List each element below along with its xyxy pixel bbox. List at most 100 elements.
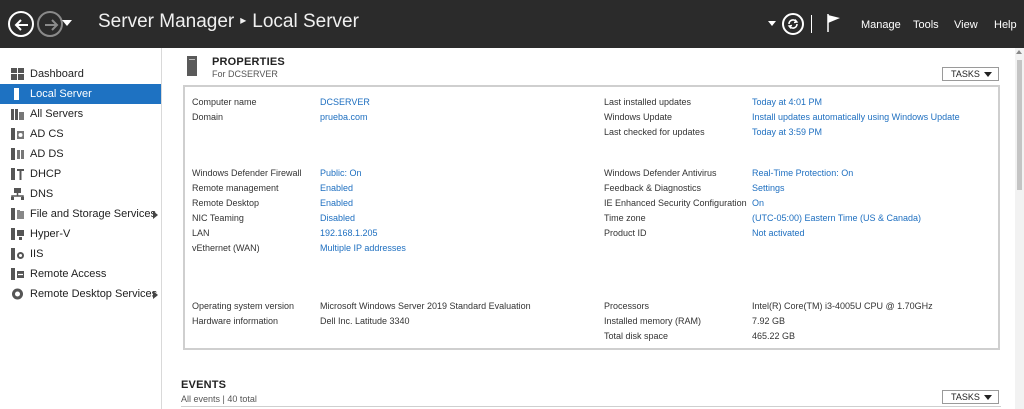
menu-manage[interactable]: Manage	[861, 19, 901, 31]
sidebar-item-label: Local Server	[30, 88, 92, 100]
forward-button[interactable]	[37, 11, 63, 37]
remote-access-icon	[11, 268, 24, 280]
prop-value-lan[interactable]: 192.168.1.205	[320, 228, 378, 238]
sidebar-item-file-storage[interactable]: File and Storage Services	[0, 204, 161, 224]
properties-title: PROPERTIES	[212, 56, 285, 68]
prop-value-antivirus[interactable]: Real-Time Protection: On	[752, 168, 853, 178]
menu-help[interactable]: Help	[994, 19, 1017, 31]
sidebar-item-label: Hyper-V	[30, 228, 71, 240]
ad-cs-icon	[11, 128, 24, 140]
prop-value-processors: Intel(R) Core(TM) i3-4005U CPU @ 1.70GHz	[752, 301, 933, 311]
dns-icon	[11, 188, 24, 200]
history-dropdown[interactable]	[62, 20, 72, 26]
sidebar-item-all-servers[interactable]: All Servers	[0, 104, 161, 124]
events-tasks-button[interactable]: TASKS	[942, 390, 999, 404]
refresh-icon	[787, 19, 799, 29]
prop-label: LAN	[192, 228, 210, 238]
notifications-flag-icon[interactable]	[826, 13, 842, 33]
sidebar-item-local-server[interactable]: Local Server	[0, 84, 161, 104]
prop-label: Hardware information	[192, 316, 279, 326]
prop-value-remote-desktop[interactable]: Enabled	[320, 198, 353, 208]
prop-label: Product ID	[604, 228, 647, 238]
expand-arrow-icon[interactable]	[153, 211, 158, 219]
sidebar-item-dashboard[interactable]: Dashboard	[0, 64, 161, 84]
app-title: Server Manager	[98, 11, 235, 32]
prop-value-feedback[interactable]: Settings	[752, 183, 785, 193]
sidebar-item-label: Remote Access	[30, 268, 107, 280]
events-divider	[181, 406, 1001, 407]
prop-value-vethernet[interactable]: Multiple IP addresses	[320, 243, 406, 253]
prop-value-nic-teaming[interactable]: Disabled	[320, 213, 355, 223]
events-title: EVENTS	[181, 379, 227, 391]
sidebar-item-label: AD DS	[30, 148, 64, 160]
prop-label: IE Enhanced Security Configuration	[604, 198, 747, 208]
sidebar-item-label: DHCP	[30, 168, 62, 180]
breadcrumb-separator: ▸	[240, 13, 247, 27]
chevron-down-icon	[984, 395, 992, 400]
sidebar-item-label: All Servers	[30, 108, 84, 120]
server-tile-icon	[187, 56, 197, 76]
prop-label: Feedback & Diagnostics	[604, 183, 702, 193]
back-button[interactable]	[8, 11, 34, 37]
sidebar-item-iis[interactable]: IIS	[0, 244, 161, 264]
toolbar-divider	[811, 15, 812, 33]
sidebar-item-remote-access[interactable]: Remote Access	[0, 264, 161, 284]
menu-view[interactable]: View	[954, 19, 978, 31]
prop-label: Windows Update	[604, 112, 673, 122]
prop-value-disk-space: 465.22 GB	[752, 331, 796, 341]
servers-icon	[11, 109, 24, 120]
prop-label: Operating system version	[192, 301, 295, 311]
prop-value-windows-update[interactable]: Install updates automatically using Wind…	[752, 112, 960, 122]
arrow-left-icon	[14, 19, 28, 31]
sidebar-item-remote-desktop[interactable]: Remote Desktop Services	[0, 284, 161, 304]
prop-value-last-installed[interactable]: Today at 4:01 PM	[752, 97, 822, 107]
file-storage-icon	[11, 208, 24, 220]
prop-value-domain[interactable]: prueba.com	[320, 112, 368, 122]
prop-value-ie-esc[interactable]: On	[752, 198, 764, 208]
prop-label: Last checked for updates	[604, 127, 705, 137]
prop-value-firewall[interactable]: Public: On	[320, 168, 362, 178]
properties-subtitle: For DCSERVER	[212, 69, 278, 79]
server-icon	[14, 88, 19, 100]
arrow-right-icon	[45, 19, 59, 31]
prop-label: Total disk space	[604, 331, 669, 341]
properties-tasks-button[interactable]: TASKS	[942, 67, 999, 81]
prop-label: Domain	[192, 112, 224, 122]
prop-value-computer-name[interactable]: DCSERVER	[320, 97, 370, 107]
events-subtitle: All events | 40 total	[181, 394, 257, 404]
prop-label: Computer name	[192, 97, 257, 107]
tasks-label: TASKS	[951, 392, 980, 402]
refresh-button[interactable]	[782, 13, 804, 35]
iis-icon	[11, 248, 24, 260]
sidebar-item-ad-ds[interactable]: AD DS	[0, 144, 161, 164]
prop-label: Remote Desktop	[192, 198, 260, 208]
prop-label: Last installed updates	[604, 97, 692, 107]
sidebar-item-ad-cs[interactable]: AD CS	[0, 124, 161, 144]
sidebar-item-label: IIS	[30, 248, 44, 260]
prop-label: Remote management	[192, 183, 279, 193]
sidebar-item-label: File and Storage Services	[30, 208, 156, 220]
sidebar-item-dns[interactable]: DNS	[0, 184, 161, 204]
scroll-up-icon[interactable]	[1016, 50, 1022, 54]
sidebar-item-dhcp[interactable]: DHCP	[0, 164, 161, 184]
prop-label: Windows Defender Antivirus	[604, 168, 717, 178]
prop-label: Time zone	[604, 213, 646, 223]
prop-value-time-zone[interactable]: (UTC-05:00) Eastern Time (US & Canada)	[752, 213, 921, 223]
breadcrumb: Server Manager ▸ Local Server	[98, 11, 359, 33]
prop-value-last-checked[interactable]: Today at 3:59 PM	[752, 127, 822, 137]
prop-value-remote-management[interactable]: Enabled	[320, 183, 353, 193]
chevron-down-icon	[984, 72, 992, 77]
properties-panel: Computer name DCSERVER Domain prueba.com…	[183, 85, 1000, 350]
menu-tools[interactable]: Tools	[913, 19, 939, 31]
prop-value-product-id[interactable]: Not activated	[752, 228, 805, 238]
sidebar-item-hyper-v[interactable]: Hyper-V	[0, 224, 161, 244]
main-content: PROPERTIES For DCSERVER TASKS Computer n…	[163, 48, 1024, 409]
refresh-dropdown[interactable]	[768, 21, 776, 26]
sidebar-item-label: AD CS	[30, 128, 64, 140]
expand-arrow-icon[interactable]	[153, 291, 158, 299]
dhcp-icon	[11, 168, 24, 180]
vertical-scrollbar[interactable]	[1015, 48, 1024, 409]
sidebar-item-label: Dashboard	[30, 68, 84, 80]
prop-value-os-version: Microsoft Windows Server 2019 Standard E…	[320, 301, 531, 311]
scroll-thumb[interactable]	[1017, 60, 1022, 190]
